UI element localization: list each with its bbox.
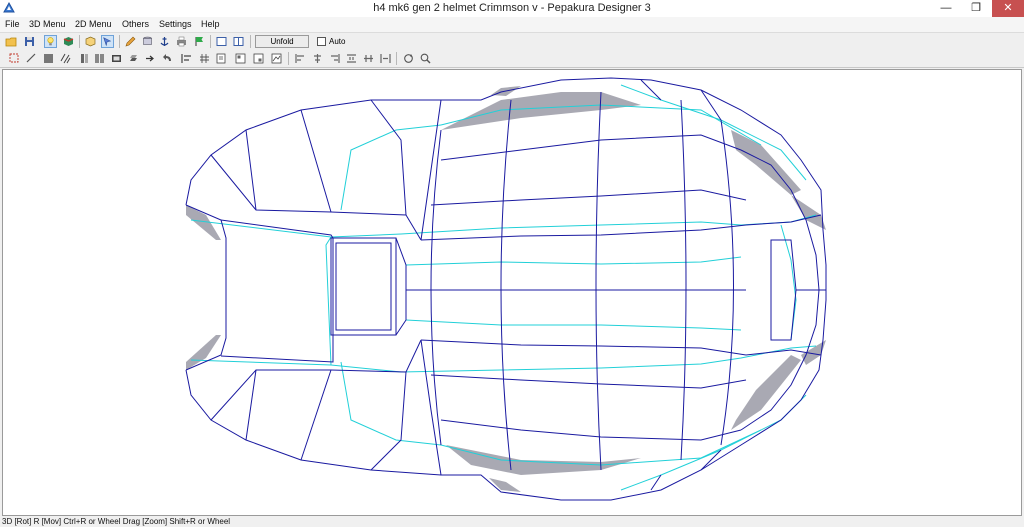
toolbar-separator xyxy=(119,35,120,48)
menu-bar: File 3D Menu 2D Menu Others Settings Hel… xyxy=(0,17,1024,32)
move-icon[interactable] xyxy=(110,52,123,65)
undo-icon[interactable] xyxy=(161,52,174,65)
distribute-icon[interactable] xyxy=(345,52,358,65)
align-center-icon[interactable] xyxy=(311,52,324,65)
seam-edges xyxy=(190,84,817,491)
spread-icon[interactable] xyxy=(379,52,392,65)
rotate-icon[interactable] xyxy=(127,52,140,65)
grid-icon[interactable] xyxy=(198,52,211,65)
unfold-button[interactable]: Unfold xyxy=(255,35,309,48)
status-text: 3D [Rot] R [Mov] Ctrl+R or Wheel Drag [Z… xyxy=(2,517,231,526)
box-icon[interactable] xyxy=(84,35,97,48)
split-icon[interactable] xyxy=(93,52,106,65)
zoom-fit-icon[interactable] xyxy=(419,52,432,65)
toolbar-separator xyxy=(79,35,80,48)
layout-icon[interactable] xyxy=(234,52,247,65)
print-icon[interactable] xyxy=(175,35,188,48)
stack-icon[interactable] xyxy=(362,52,375,65)
close-button[interactable]: ✕ xyxy=(992,0,1024,17)
align-icon[interactable] xyxy=(180,52,193,65)
open-icon[interactable] xyxy=(5,35,18,48)
toolbar-separator xyxy=(210,35,211,48)
select-icon[interactable] xyxy=(101,35,114,48)
save-icon[interactable] xyxy=(23,35,36,48)
flip-icon[interactable] xyxy=(144,52,157,65)
menu-file[interactable]: File xyxy=(5,18,20,31)
flag-icon[interactable] xyxy=(193,35,206,48)
align-left-icon[interactable] xyxy=(294,52,307,65)
helmet-model-wireframe[interactable] xyxy=(3,70,1021,515)
edge-icon[interactable] xyxy=(25,52,38,65)
auto-label: Auto xyxy=(329,37,346,46)
join-icon[interactable] xyxy=(78,52,91,65)
texture-icon[interactable] xyxy=(62,35,75,48)
edit-toolbar xyxy=(0,50,1024,68)
toolbar-separator xyxy=(250,35,251,48)
align-right-icon[interactable] xyxy=(328,52,341,65)
cylinder-icon[interactable] xyxy=(141,35,154,48)
page-icon[interactable] xyxy=(215,52,228,65)
main-toolbar: Unfold Auto xyxy=(0,32,1024,50)
menu-others[interactable]: Others xyxy=(122,18,149,31)
single-view-icon[interactable] xyxy=(215,35,228,48)
fold-edges xyxy=(185,77,827,501)
minimize-button[interactable]: — xyxy=(932,0,960,17)
layout-3-icon[interactable] xyxy=(270,52,283,65)
shaded-faces xyxy=(186,86,826,492)
dual-view-icon[interactable] xyxy=(232,35,245,48)
toolbar-separator xyxy=(396,52,397,65)
hatch-icon[interactable] xyxy=(59,52,72,65)
restore-button[interactable]: ❐ xyxy=(962,0,990,17)
status-bar: 3D [Rot] R [Mov] Ctrl+R or Wheel Drag [Z… xyxy=(0,516,1024,527)
title-bar: h4 mk6 gen 2 helmet Crimmson v - Pepakur… xyxy=(0,0,1024,17)
refresh-icon[interactable] xyxy=(402,52,415,65)
window-title: h4 mk6 gen 2 helmet Crimmson v - Pepakur… xyxy=(373,2,651,14)
menu-help[interactable]: Help xyxy=(201,18,220,31)
fill-icon[interactable] xyxy=(42,52,55,65)
3d-viewport[interactable] xyxy=(2,69,1022,516)
auto-checkbox[interactable] xyxy=(317,37,326,46)
menu-2d[interactable]: 2D Menu xyxy=(75,18,112,31)
menu-3d[interactable]: 3D Menu xyxy=(29,18,66,31)
toolbar-separator xyxy=(288,52,289,65)
menu-settings[interactable]: Settings xyxy=(159,18,192,31)
lightbulb-icon[interactable] xyxy=(44,35,57,48)
anchor-icon[interactable] xyxy=(158,35,171,48)
pencil-icon[interactable] xyxy=(124,35,137,48)
layout-2-icon[interactable] xyxy=(252,52,265,65)
select-face-icon[interactable] xyxy=(8,52,21,65)
